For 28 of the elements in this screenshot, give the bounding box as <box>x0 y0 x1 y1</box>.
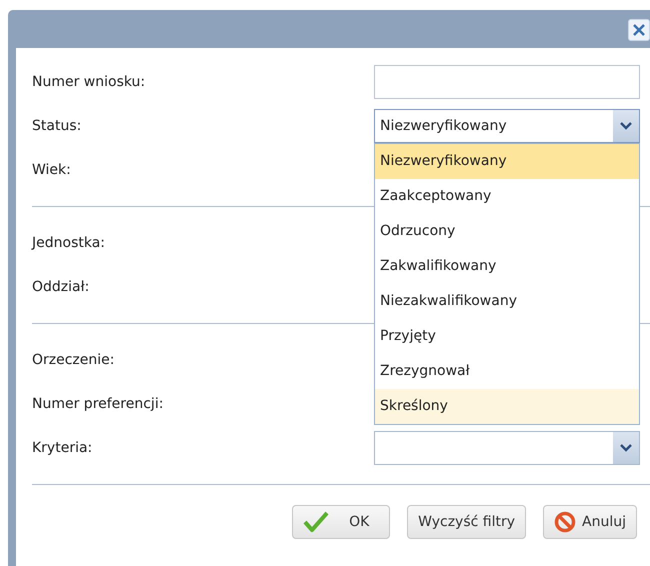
chevron-down-icon <box>620 122 632 130</box>
dropdown-option[interactable]: Przyjęty <box>375 319 639 354</box>
dropdown-option[interactable]: Niezweryfikowany <box>375 144 639 179</box>
dropdown-option[interactable]: Niezakwalifikowany <box>375 284 639 319</box>
field-label: Status: <box>32 118 82 134</box>
dropdown-option[interactable]: Odrzucony <box>375 214 639 249</box>
dropdown-option[interactable]: Zrezygnował <box>375 354 639 389</box>
checkmark-icon <box>303 511 330 533</box>
input-field[interactable] <box>374 65 640 99</box>
dialog-button[interactable]: Wyczyść filtry <box>407 505 526 539</box>
field-label: Numer wniosku: <box>32 74 146 90</box>
dropdown-option[interactable]: Skreślony <box>375 389 639 424</box>
dropdown-option[interactable]: Zaakceptowany <box>375 179 639 214</box>
field-label: Numer preferencji: <box>32 396 164 412</box>
field-label: Kryteria: <box>32 440 92 456</box>
chevron-down-icon <box>620 444 632 452</box>
field-label: Wiek: <box>32 162 71 178</box>
dialog-button[interactable]: OK <box>292 505 390 539</box>
prohibited-icon <box>554 511 576 533</box>
close-button[interactable] <box>628 19 650 41</box>
dropdown-field[interactable] <box>374 431 640 465</box>
dropdown-option[interactable]: Zakwalifikowany <box>375 249 639 284</box>
close-icon <box>632 23 646 37</box>
field-label: Oddział: <box>32 279 90 295</box>
field-label: Orzeczenie: <box>32 352 114 368</box>
dropdown-field[interactable]: Niezweryfikowany <box>374 109 640 143</box>
dialog-button[interactable]: Anuluj <box>543 505 637 539</box>
field-label: Jednostka: <box>32 235 106 251</box>
